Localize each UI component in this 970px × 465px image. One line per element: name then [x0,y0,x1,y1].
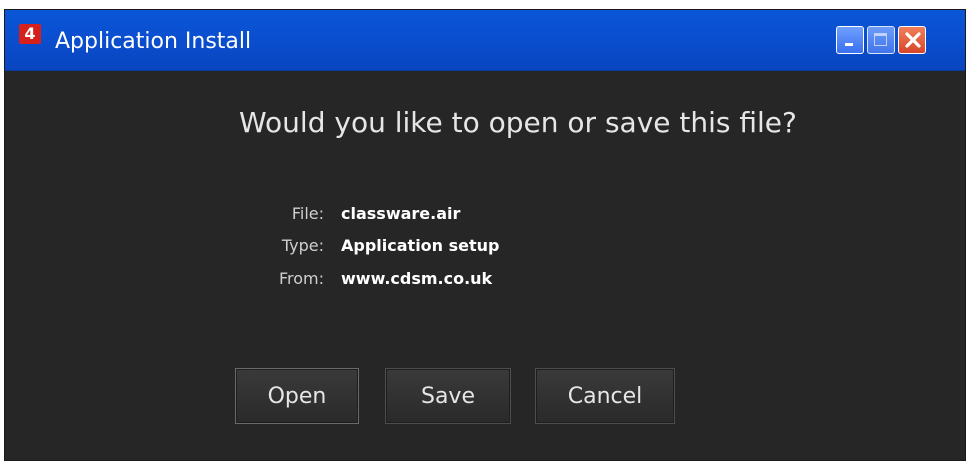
app-install-window: 4 Application Install Would you like to … [4,9,966,461]
maximize-button[interactable] [867,26,895,54]
cancel-button[interactable]: Cancel [535,368,675,424]
minimize-button[interactable] [836,26,864,54]
open-button[interactable]: Open [235,368,359,424]
window-title: Application Install [55,29,252,54]
from-label: From: [278,269,324,288]
file-value: classware.air [341,204,461,223]
maximize-icon [874,33,887,46]
close-icon [905,32,921,48]
from-value: www.cdsm.co.uk [341,269,493,288]
file-label: File: [291,204,324,223]
type-label: Type: [281,236,324,255]
title-bar[interactable]: 4 Application Install [5,10,965,71]
save-button[interactable]: Save [385,368,511,424]
adobe-air-icon: 4 [19,24,41,44]
type-value: Application setup [341,236,500,255]
minimize-icon [845,43,853,46]
dialog-heading: Would you like to open or save this file… [239,106,797,139]
close-button[interactable] [898,26,926,54]
